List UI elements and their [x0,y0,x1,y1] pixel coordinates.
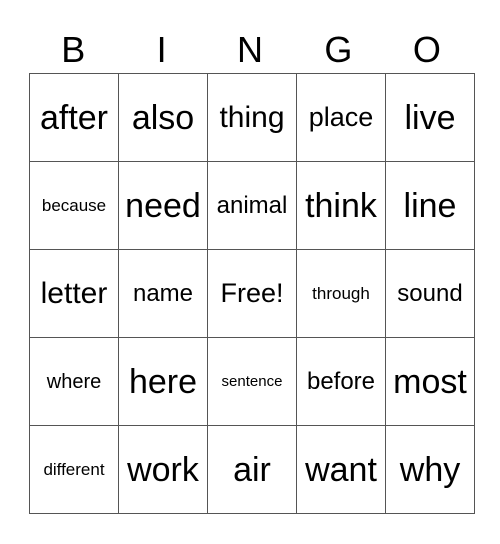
bingo-cell: line [385,161,475,250]
bingo-cell free-space: Free! [207,249,297,338]
bingo-card: after also thing place live because need… [29,73,475,514]
header-letter-n: N [237,29,264,70]
bingo-cell: here [118,337,208,426]
bingo-row: different work air want why [29,425,475,514]
bingo-cell: through [296,249,386,338]
bingo-cell: work [118,425,208,514]
bingo-cell: think [296,161,386,250]
header-letter-o: O [412,29,441,70]
header-letter-b: B [61,29,86,70]
bingo-row: after also thing place live [29,73,475,162]
bingo-row: because need animal think line [29,161,475,250]
bingo-cell: want [296,425,386,514]
bingo-header: B I N G O [29,28,471,72]
bingo-cell: animal [207,161,297,250]
bingo-cell: why [385,425,475,514]
bingo-cell: sound [385,249,475,338]
bingo-cell: also [118,73,208,162]
bingo-cell: sentence [207,337,297,426]
bingo-cell: after [29,73,119,162]
bingo-cell: live [385,73,475,162]
bingo-cell: different [29,425,119,514]
header-letter-g: G [324,29,353,70]
bingo-cell: where [29,337,119,426]
bingo-cell: before [296,337,386,426]
bingo-cell: name [118,249,208,338]
bingo-cell: because [29,161,119,250]
bingo-cell: thing [207,73,297,162]
bingo-cell: air [207,425,297,514]
bingo-cell: letter [29,249,119,338]
bingo-row: where here sentence before most [29,337,475,426]
bingo-cell: need [118,161,208,250]
bingo-cell: most [385,337,475,426]
bingo-cell: place [296,73,386,162]
bingo-row: letter name Free! through sound [29,249,475,338]
header-letter-i: I [156,29,167,70]
